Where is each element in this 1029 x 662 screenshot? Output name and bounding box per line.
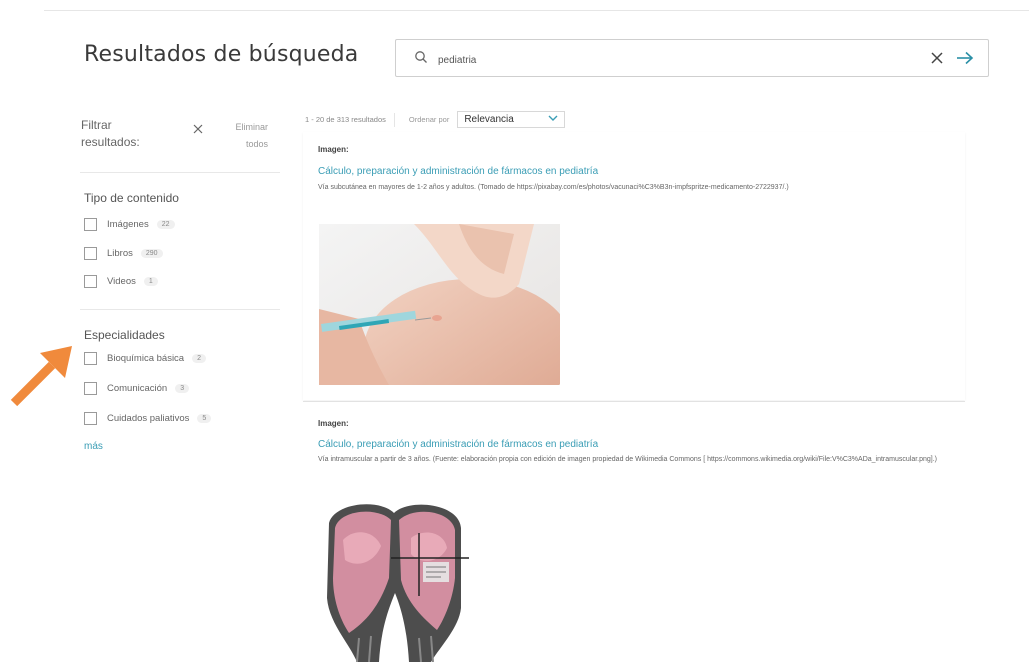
injection-image-icon	[319, 224, 560, 385]
filter-title: Filtrar resultados:	[81, 118, 140, 149]
facet-books[interactable]: Libros 290	[84, 245, 163, 261]
result-title-link[interactable]: Cálculo, preparación y administración de…	[318, 439, 598, 450]
facet-bioquimica[interactable]: Bioquímica básica 2	[84, 350, 207, 366]
checkbox[interactable]	[84, 411, 97, 425]
result-type: Imagen:	[318, 419, 349, 428]
result-card: Imagen: Cálculo, preparación y administr…	[303, 401, 965, 662]
count-badge: 3	[175, 383, 190, 393]
result-description: Vía intramuscular a partir de 3 años. (F…	[318, 456, 938, 463]
count-badge: 290	[140, 248, 163, 258]
more-link[interactable]: más	[84, 441, 103, 452]
divider	[80, 309, 280, 310]
facet-videos[interactable]: Videos 1	[84, 273, 158, 289]
chevron-down-icon	[548, 114, 558, 125]
divider	[393, 112, 395, 127]
count-badge: 5	[197, 413, 212, 423]
result-title-link[interactable]: Cálculo, preparación y administración de…	[318, 166, 598, 177]
content-type-title: Tipo de contenido	[84, 191, 179, 205]
facet-label: Bioquímica básica	[107, 352, 185, 364]
result-thumbnail[interactable]	[319, 498, 471, 662]
order-label: Ordenar por	[408, 115, 450, 124]
annotation-arrow-icon	[10, 346, 72, 407]
clear-search-icon[interactable]	[930, 51, 944, 70]
facet-label: Videos	[107, 275, 136, 287]
facet-label: Comunicación	[107, 382, 168, 394]
specialties-title: Especialidades	[84, 328, 165, 342]
search-input[interactable]	[436, 49, 860, 71]
facet-comunicacion[interactable]: Comunicación 3	[84, 380, 190, 396]
result-thumbnail[interactable]	[319, 224, 560, 385]
search-icon	[414, 50, 428, 69]
page-title: Resultados de búsqueda	[84, 42, 359, 67]
search-box[interactable]	[395, 39, 989, 77]
facet-label: Cuidados paliativos	[107, 412, 190, 424]
count-badge: 2	[192, 353, 207, 363]
facet-label: Imágenes	[107, 218, 149, 230]
result-card: Imagen: Cálculo, preparación y administr…	[303, 132, 965, 400]
divider	[80, 172, 280, 173]
arrow-right-icon[interactable]	[956, 51, 974, 70]
checkbox[interactable]	[84, 351, 97, 365]
order-value: Relevancia	[464, 114, 514, 125]
result-description: Vía subcutánea en mayores de 1-2 años y …	[318, 184, 789, 191]
order-select[interactable]: Relevancia	[457, 111, 566, 128]
facet-images[interactable]: Imágenes 22	[84, 216, 175, 232]
checkbox[interactable]	[84, 274, 97, 288]
result-type: Imagen:	[318, 145, 349, 154]
facet-label: Libros	[107, 247, 133, 259]
results-toolbar: 1 - 20 de 313 resultados Ordenar por Rel…	[305, 111, 566, 128]
count-badge: 1	[143, 276, 158, 286]
checkbox[interactable]	[84, 246, 97, 260]
checkbox[interactable]	[84, 217, 97, 231]
top-divider	[44, 10, 1029, 11]
count-badge: 22	[156, 219, 175, 229]
results-summary: 1 - 20 de 313 resultados	[305, 115, 386, 124]
thigh-anatomy-image-icon	[319, 498, 471, 662]
clear-all-link[interactable]: Eliminar todos	[220, 119, 268, 153]
checkbox[interactable]	[84, 381, 97, 395]
facet-cuidados-paliativos[interactable]: Cuidados paliativos 5	[84, 410, 212, 426]
close-icon[interactable]	[193, 121, 203, 139]
